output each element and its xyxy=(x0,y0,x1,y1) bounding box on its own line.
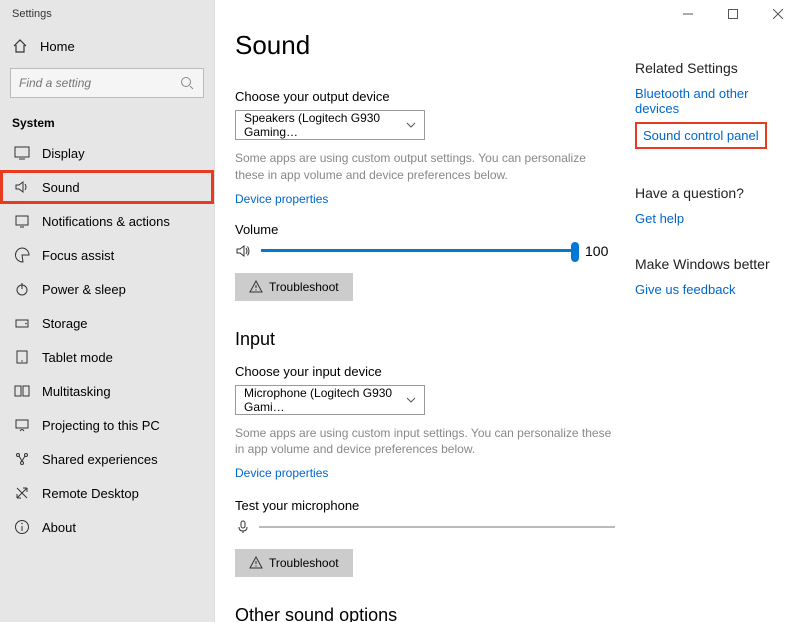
volume-value: 100 xyxy=(585,243,615,259)
output-hint: Some apps are using custom output settin… xyxy=(235,150,615,184)
sidebar-item-about[interactable]: About xyxy=(0,510,214,544)
sidebar-item-projecting[interactable]: Projecting to this PC xyxy=(0,408,214,442)
sidebar-item-label: About xyxy=(42,520,76,535)
troubleshoot-label: Troubleshoot xyxy=(269,280,339,294)
home-button[interactable]: Home xyxy=(0,30,214,62)
app-title: Settings xyxy=(12,8,52,20)
output-troubleshoot-button[interactable]: Troubleshoot xyxy=(235,273,353,301)
search-input[interactable] xyxy=(19,76,179,90)
sidebar-item-label: Multitasking xyxy=(42,384,111,399)
sidebar-item-tablet[interactable]: Tablet mode xyxy=(0,340,214,374)
question-title: Have a question? xyxy=(635,185,780,201)
chevron-down-icon xyxy=(406,397,416,403)
focus-icon xyxy=(14,247,30,263)
input-device-properties-link[interactable]: Device properties xyxy=(235,466,615,480)
search-box[interactable] xyxy=(10,68,204,98)
sidebar-item-label: Remote Desktop xyxy=(42,486,139,501)
sidebar-item-multitasking[interactable]: Multitasking xyxy=(0,374,214,408)
sidebar-item-sound[interactable]: Sound xyxy=(0,170,214,204)
sidebar-item-label: Notifications & actions xyxy=(42,214,170,229)
power-icon xyxy=(14,281,30,297)
sidebar-item-label: Focus assist xyxy=(42,248,114,263)
output-device-dropdown[interactable]: Speakers (Logitech G930 Gaming… xyxy=(235,110,425,140)
input-heading: Input xyxy=(235,329,615,350)
output-device-selected: Speakers (Logitech G930 Gaming… xyxy=(244,111,406,139)
sidebar-item-label: Display xyxy=(42,146,85,161)
input-device-dropdown[interactable]: Microphone (Logitech G930 Gami… xyxy=(235,385,425,415)
input-hint: Some apps are using custom input setting… xyxy=(235,425,615,459)
home-label: Home xyxy=(40,39,75,54)
bluetooth-link[interactable]: Bluetooth and other devices xyxy=(635,86,780,116)
multitasking-icon xyxy=(14,383,30,399)
sound-control-panel-link[interactable]: Sound control panel xyxy=(635,122,767,149)
chevron-down-icon xyxy=(406,122,416,128)
input-device-selected: Microphone (Logitech G930 Gami… xyxy=(244,386,406,414)
other-heading: Other sound options xyxy=(235,605,615,622)
sidebar-item-focus-assist[interactable]: Focus assist xyxy=(0,238,214,272)
tablet-icon xyxy=(14,349,30,365)
sidebar-item-label: Sound xyxy=(42,180,80,195)
projecting-icon xyxy=(14,417,30,433)
output-device-label: Choose your output device xyxy=(235,89,615,104)
better-title: Make Windows better xyxy=(635,256,780,272)
display-icon xyxy=(14,145,30,161)
sidebar-item-label: Shared experiences xyxy=(42,452,158,467)
sidebar-item-label: Storage xyxy=(42,316,88,331)
sidebar-item-storage[interactable]: Storage xyxy=(0,306,214,340)
get-help-link[interactable]: Get help xyxy=(635,211,780,226)
page-heading: Sound xyxy=(235,30,615,61)
sound-icon xyxy=(14,179,30,195)
input-device-label: Choose your input device xyxy=(235,364,615,379)
search-icon xyxy=(179,75,195,91)
remote-icon xyxy=(14,485,30,501)
input-troubleshoot-button[interactable]: Troubleshoot xyxy=(235,549,353,577)
sidebar-item-label: Power & sleep xyxy=(42,282,126,297)
volume-icon xyxy=(235,243,251,259)
sidebar-item-display[interactable]: Display xyxy=(0,136,214,170)
output-device-properties-link[interactable]: Device properties xyxy=(235,192,615,206)
notifications-icon xyxy=(14,213,30,229)
test-mic-label: Test your microphone xyxy=(235,498,615,513)
about-icon xyxy=(14,519,30,535)
group-title: System xyxy=(0,108,214,136)
feedback-link[interactable]: Give us feedback xyxy=(635,282,780,297)
storage-icon xyxy=(14,315,30,331)
sidebar-item-label: Projecting to this PC xyxy=(42,418,160,433)
slider-thumb[interactable] xyxy=(571,242,579,262)
microphone-icon xyxy=(235,519,251,535)
related-settings-title: Related Settings xyxy=(635,60,780,76)
troubleshoot-label: Troubleshoot xyxy=(269,556,339,570)
sidebar-item-label: Tablet mode xyxy=(42,350,113,365)
sidebar-item-notifications[interactable]: Notifications & actions xyxy=(0,204,214,238)
home-icon xyxy=(12,38,28,54)
volume-slider[interactable] xyxy=(261,249,575,252)
sidebar: Home System Display Sound Notifications … xyxy=(0,0,215,622)
sidebar-item-shared[interactable]: Shared experiences xyxy=(0,442,214,476)
shared-icon xyxy=(14,451,30,467)
right-column: Related Settings Bluetooth and other dev… xyxy=(625,30,780,602)
content: Sound Choose your output device Speakers… xyxy=(235,30,625,602)
warning-icon xyxy=(249,280,263,294)
sidebar-item-remote[interactable]: Remote Desktop xyxy=(0,476,214,510)
sidebar-item-power[interactable]: Power & sleep xyxy=(0,272,214,306)
mic-level-bar xyxy=(259,526,615,528)
warning-icon xyxy=(249,556,263,570)
volume-label: Volume xyxy=(235,222,615,237)
